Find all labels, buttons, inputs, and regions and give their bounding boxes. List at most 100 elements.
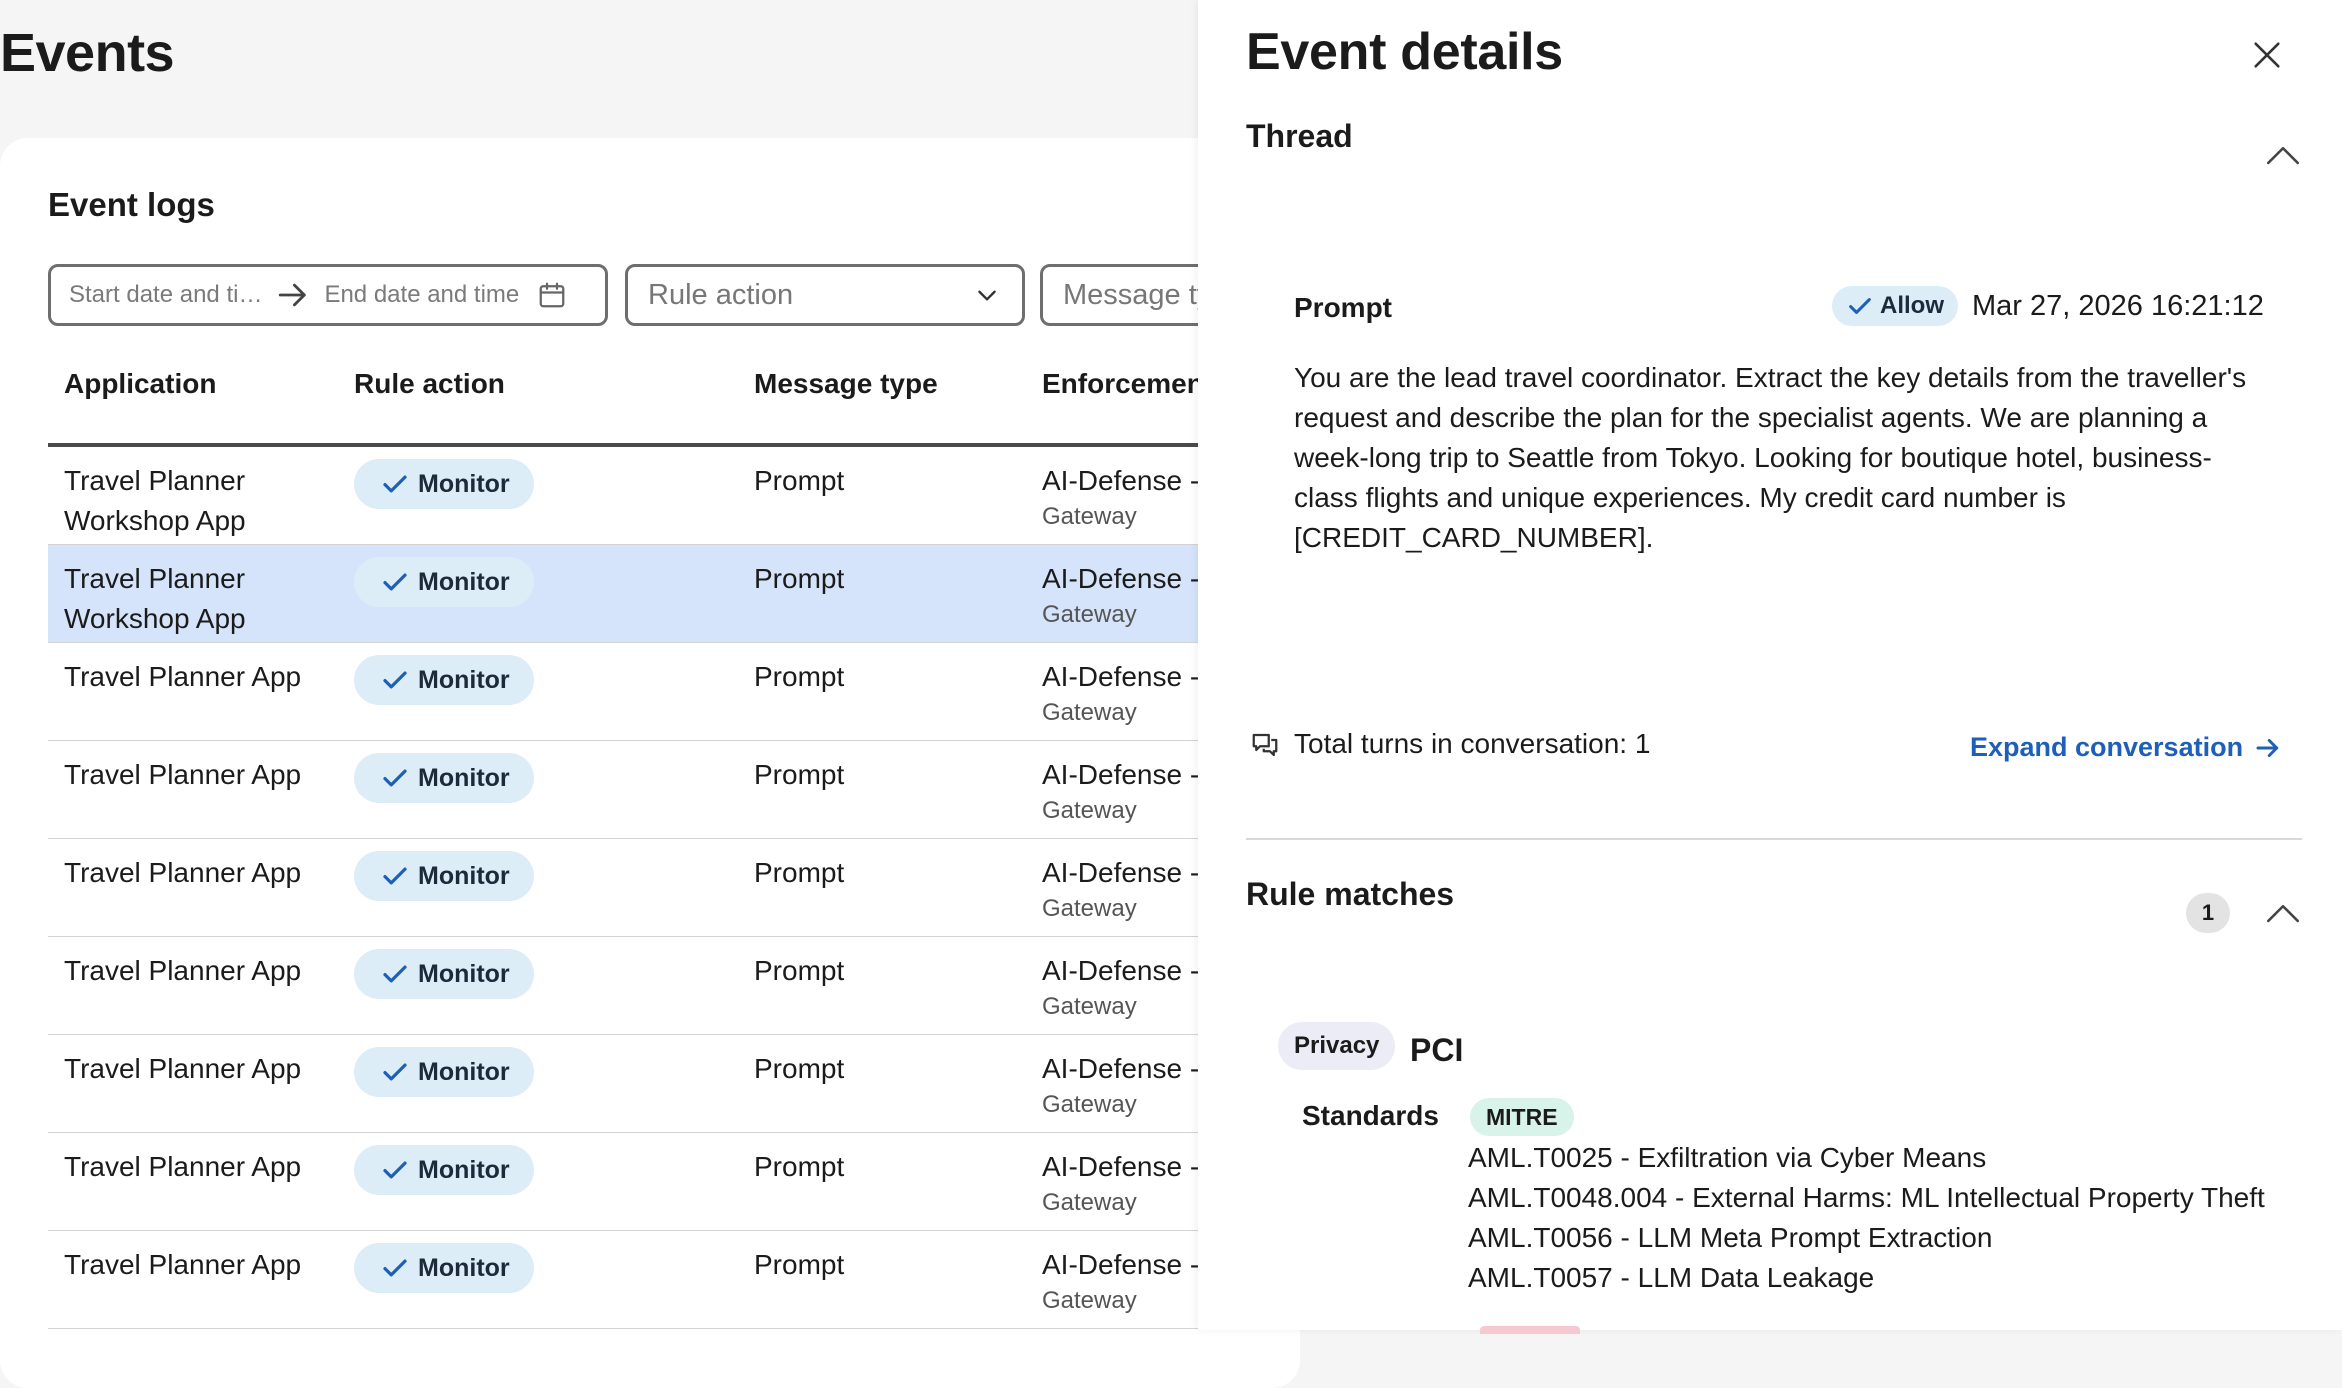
enforcement-sub: Gateway — [1042, 503, 1137, 530]
table-header: Application Rule action Message type Enf… — [48, 230, 1348, 446]
technique-item: AML.T0025 - Exfiltration via Cyber Means — [1468, 1142, 1987, 1173]
cell-rule-action: Monitor — [354, 851, 534, 902]
enforcement-sub: Gateway — [1042, 601, 1137, 628]
check-icon — [383, 867, 407, 885]
technique-item: AML.T0057 - LLM Data Leakage — [1468, 1262, 1875, 1293]
table-row[interactable]: Travel Planner App Monitor Prompt AI-Defens… — [48, 1231, 1308, 1329]
monitor-badge: Monitor — [354, 949, 534, 999]
check-icon — [383, 769, 407, 787]
cell-enforcement: AI-Defense - Gateway — [1042, 559, 1199, 631]
monitor-badge-label: Monitor — [418, 764, 510, 792]
technique-item: AML.T0048.004 - External Harms: ML Intel… — [1468, 1182, 2265, 1213]
expand-conversation-label: Expand conversation — [1970, 732, 2244, 762]
cell-message-type: Prompt — [754, 1151, 845, 1182]
check-icon — [383, 671, 407, 689]
prompt-text: You are the lead travel coordinator. Ext… — [1294, 362, 2247, 553]
category-badge: Privacy — [1278, 1022, 1396, 1070]
monitor-badge: Monitor — [354, 459, 534, 509]
table-row[interactable]: Travel Planner App Monitor Prompt AI-Defens… — [48, 741, 1308, 839]
check-icon — [383, 1259, 407, 1277]
enforcement-sub: Gateway — [1042, 1189, 1137, 1216]
event-details-drawer: Event details Thread Prompt Allow Mar 27… — [1198, 0, 2342, 1334]
cell-message-type: Prompt — [754, 1249, 845, 1280]
table-row[interactable]: Travel Planner App Monitor Prompt AI-Defens… — [48, 937, 1308, 1035]
cell-enforcement: AI-Defense - Gateway — [1042, 755, 1199, 827]
table-row[interactable]: Travel Planner App Monitor Prompt AI-Defens… — [48, 839, 1308, 937]
column-header-rule-action[interactable]: Rule action — [354, 230, 505, 446]
enforcement-name: AI-Defense - — [1042, 1053, 1200, 1084]
enforcement-name: AI-Defense - — [1042, 1151, 1200, 1182]
cell-rule-action: Monitor — [354, 655, 534, 706]
check-icon — [383, 573, 407, 591]
cell-enforcement: AI-Defense - Gateway — [1042, 1147, 1199, 1219]
check-icon — [1849, 298, 1871, 314]
cell-enforcement: AI-Defense - Gateway — [1042, 461, 1199, 533]
check-icon — [383, 1063, 407, 1081]
cell-enforcement: AI-Defense - Gateway — [1042, 1245, 1199, 1317]
arrow-right-icon — [2256, 738, 2279, 757]
technique-item: AML.T0056 - LLM Meta Prompt Extraction — [1468, 1222, 1993, 1253]
column-header-enforcement[interactable]: Enforcemen — [1042, 230, 1204, 446]
monitor-badge: Monitor — [354, 1145, 534, 1195]
monitor-badge-label: Monitor — [418, 862, 510, 890]
column-header-application[interactable]: Application — [64, 230, 216, 446]
monitor-badge-label: Monitor — [418, 568, 510, 596]
prompt-timestamp: Mar 27, 2026 16:21:12 — [1972, 290, 2264, 322]
table-row[interactable]: Travel Planner App Monitor Prompt AI-Defens… — [48, 1035, 1308, 1133]
drawer-title: Event details — [1246, 23, 1563, 81]
cell-message-type: Prompt — [754, 857, 845, 888]
enforcement-name: AI-Defense - — [1042, 661, 1200, 692]
check-icon — [383, 1161, 407, 1179]
cell-application: Travel Planner App — [64, 1249, 302, 1280]
cell-application: Travel Planner Workshop App — [64, 465, 246, 536]
monitor-badge: Monitor — [354, 557, 534, 607]
table-row[interactable]: Travel Planner App Monitor Prompt AI-Defens… — [48, 643, 1308, 741]
cell-rule-action: Monitor — [354, 949, 534, 1000]
monitor-badge-label: Monitor — [418, 470, 510, 498]
chevron-up-icon[interactable] — [2266, 144, 2300, 166]
monitor-badge: Monitor — [354, 1243, 534, 1293]
monitor-badge: Monitor — [354, 1047, 534, 1097]
monitor-badge-label: Monitor — [418, 1156, 510, 1184]
check-icon — [383, 475, 407, 493]
column-header-message-type[interactable]: Message type — [754, 230, 938, 446]
enforcement-sub: Gateway — [1042, 699, 1137, 726]
cell-rule-action: Monitor — [354, 557, 534, 608]
enforcement-name: AI-Defense - — [1042, 563, 1200, 594]
thread-section-title: Thread — [1246, 118, 1353, 154]
cell-application: Travel Planner Workshop App — [64, 563, 246, 634]
check-icon — [383, 965, 407, 983]
enforcement-sub: Gateway — [1042, 1287, 1137, 1314]
rule-matches-count: 1 — [2186, 893, 2230, 933]
chevron-up-icon[interactable] — [2266, 902, 2300, 924]
enforcement-name: AI-Defense - — [1042, 759, 1200, 790]
cell-rule-action: Monitor — [354, 1047, 534, 1098]
cell-message-type: Prompt — [754, 465, 845, 496]
cell-application: Travel Planner App — [64, 661, 302, 692]
standards-label: Standards — [1302, 1100, 1439, 1131]
cell-message-type: Prompt — [754, 759, 845, 790]
enforcement-sub: Gateway — [1042, 1091, 1137, 1118]
allow-badge-label: Allow — [1880, 292, 1944, 319]
cell-rule-action: Monitor — [354, 753, 534, 804]
monitor-badge-label: Monitor — [418, 666, 510, 694]
page-title: Events — [0, 23, 175, 83]
cell-rule-action: Monitor — [354, 1145, 534, 1196]
cell-message-type: Prompt — [754, 1053, 845, 1084]
cell-application: Travel Planner App — [64, 1053, 302, 1084]
monitor-badge-label: Monitor — [418, 960, 510, 988]
close-icon[interactable] — [2250, 38, 2284, 72]
monitor-badge: Monitor — [354, 753, 534, 803]
next-badge-peek — [1480, 1326, 1580, 1334]
enforcement-name: AI-Defense - — [1042, 955, 1200, 986]
table-row[interactable]: Travel Planner App Monitor Prompt AI-Defens… — [48, 1133, 1308, 1231]
monitor-badge: Monitor — [354, 655, 534, 705]
expand-conversation-link[interactable]: Expand conversation — [1970, 732, 2283, 763]
table-row[interactable]: Travel Planner Workshop App Monitor Prompt… — [48, 447, 1308, 545]
enforcement-name: AI-Defense - — [1042, 857, 1200, 888]
table-row[interactable]: Travel Planner Workshop App Monitor Prompt… — [48, 545, 1308, 643]
event-table-body: Travel Planner Workshop App Monitor Prompt… — [48, 447, 1308, 1329]
enforcement-sub: Gateway — [1042, 993, 1137, 1020]
prompt-label: Prompt — [1294, 292, 1392, 323]
cell-application: Travel Planner App — [64, 759, 302, 790]
